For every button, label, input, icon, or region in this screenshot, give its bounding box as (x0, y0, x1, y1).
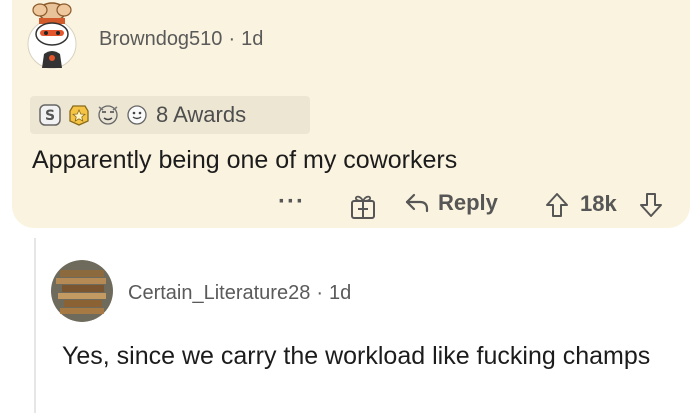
silver-award-icon: S (38, 103, 62, 127)
awards-count: 8 Awards (156, 102, 247, 127)
gold-award-icon (67, 103, 91, 127)
reply-label: Reply (438, 190, 498, 215)
upvote-button[interactable] (544, 191, 570, 219)
svg-text:S: S (45, 108, 55, 124)
downvote-button[interactable] (638, 191, 664, 219)
comment-body: Apparently being one of my coworkers (32, 146, 458, 174)
thread-line[interactable] (34, 238, 36, 413)
upvote-arrow-icon (546, 193, 568, 217)
user-avatar[interactable] (22, 2, 82, 70)
comment-thread: Browndog510 · 1d S 8 Awards Apparently b… (0, 0, 700, 413)
starstruck-award-icon (96, 103, 120, 127)
reply-button[interactable]: Reply (404, 190, 498, 216)
gift-icon (351, 195, 375, 219)
comment-body: Yes, since we carry the workload like fu… (62, 342, 651, 370)
wholesome-award-icon (125, 103, 149, 127)
vote-score: 18k (580, 191, 617, 216)
reply-icon (405, 193, 429, 213)
downvote-arrow-icon (640, 193, 662, 217)
comment-age: 1d (329, 282, 352, 304)
books-avatar-icon (51, 260, 113, 322)
comment-meta: Browndog510 · 1d (99, 28, 263, 51)
author-name[interactable]: Browndog510 (99, 28, 222, 50)
awards-bar[interactable]: S 8 Awards (30, 96, 310, 134)
comment-actions: ··· Reply 18k (270, 188, 680, 224)
more-options-button[interactable]: ··· (278, 188, 305, 216)
separator-dot: · (316, 282, 324, 304)
snoo-avatar-icon (27, 2, 77, 69)
user-avatar[interactable] (50, 260, 114, 322)
give-award-button[interactable] (348, 192, 378, 220)
separator-dot: · (228, 28, 236, 50)
comment-age: 1d (241, 28, 264, 50)
author-name[interactable]: Certain_Literature28 (128, 282, 310, 304)
comment-meta: Certain_Literature28 · 1d (128, 282, 351, 305)
